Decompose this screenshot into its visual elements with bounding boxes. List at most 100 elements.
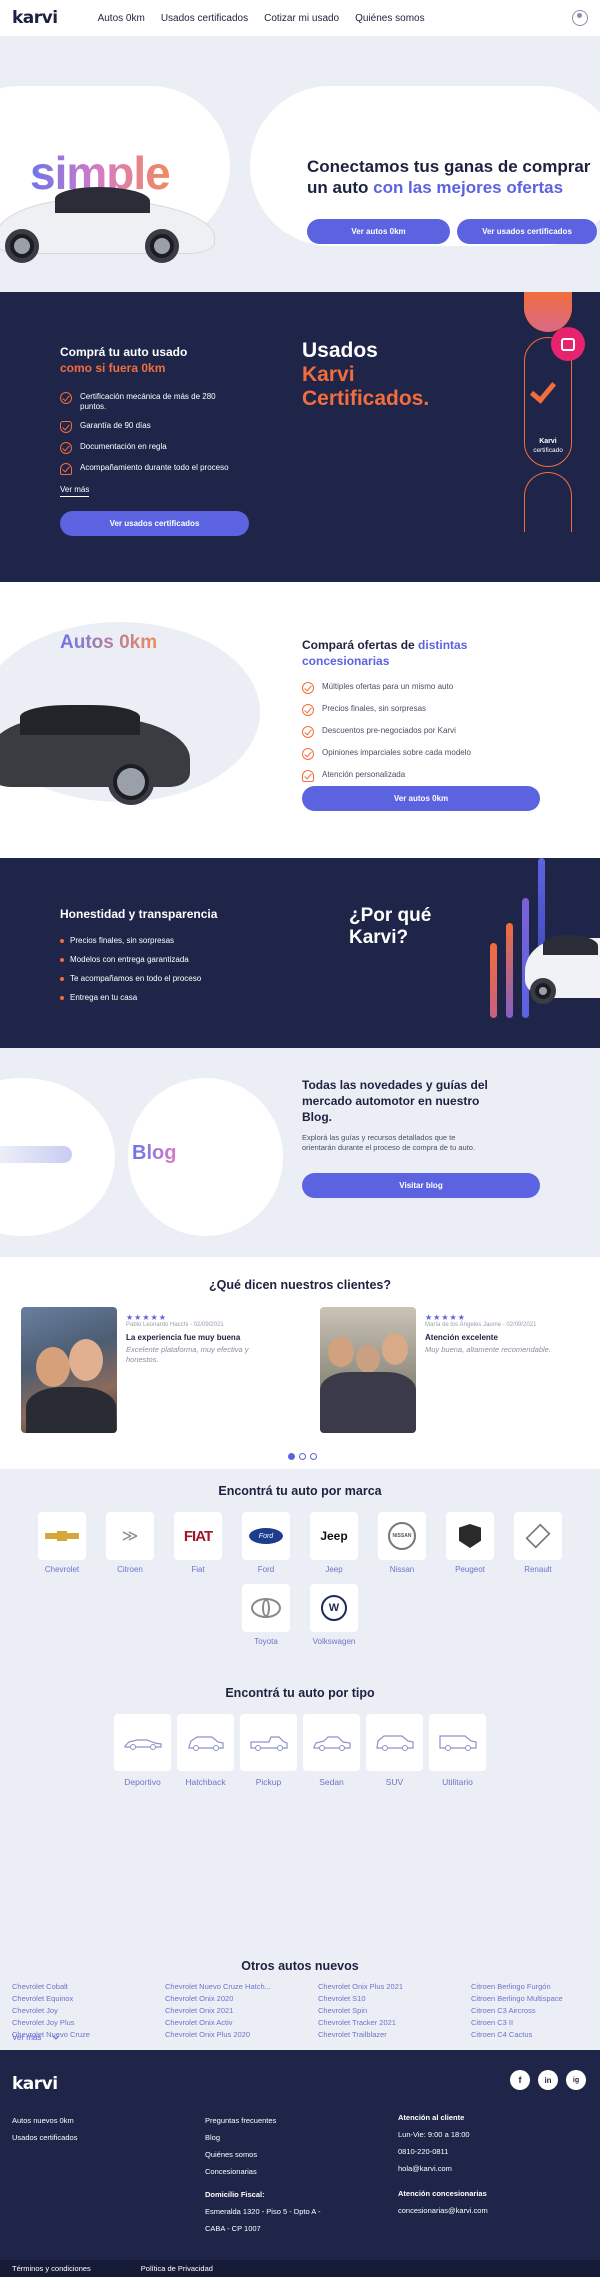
ver-mas-autos-link[interactable]: Ver más: [12, 2032, 60, 2042]
carousel-dot[interactable]: [310, 1453, 317, 1460]
big-title-line: Karvi: [302, 363, 355, 386]
otros-auto-link[interactable]: Chevrolet S10: [318, 1994, 463, 2003]
otros-auto-link[interactable]: Citroen C3 II: [471, 2018, 600, 2027]
atencion-phone[interactable]: 0810-220-0811: [398, 2147, 488, 2156]
ver-mas-label: Ver más: [12, 2033, 42, 2042]
person-icon: [302, 770, 314, 782]
brand-grid: Chevrolet ≫ Citroen FIAT Fiat Ford Ford Jee…: [20, 1512, 580, 1646]
brand-peugeot[interactable]: Peugeot: [446, 1512, 494, 1574]
brand-fiat[interactable]: FIAT Fiat: [174, 1512, 222, 1574]
otros-auto-link[interactable]: Chevrolet Nuevo Cruze Hatch...: [165, 1982, 310, 1991]
otros-auto-link[interactable]: Citroen Berlingo Multispace: [471, 1994, 600, 2003]
brand-nissan[interactable]: NISSAN Nissan: [378, 1512, 426, 1574]
list-item: Atención personalizada: [302, 770, 542, 782]
domicilio-line: CABA - CP 1007: [205, 2224, 261, 2233]
instagram-icon[interactable]: ig: [566, 2070, 586, 2090]
brand-jeep[interactable]: Jeep Jeep: [310, 1512, 358, 1574]
otros-auto-link[interactable]: Chevrolet Tracker 2021: [318, 2018, 463, 2027]
otros-auto-link[interactable]: Chevrolet Spin: [318, 2006, 463, 2015]
brand-label: Chevrolet: [44, 1565, 80, 1574]
footer-link[interactable]: Concesionarias: [205, 2167, 320, 2176]
otros-auto-link[interactable]: Chevrolet Joy Plus: [12, 2018, 157, 2027]
otros-auto-link[interactable]: Chevrolet Onix 2020: [165, 1994, 310, 2003]
brand-citroen[interactable]: ≫ Citroen: [106, 1512, 154, 1574]
nav-link-autos-0km[interactable]: Autos 0km: [98, 13, 145, 24]
karvi-logo[interactable]: karvi: [12, 8, 58, 28]
atencion-heading: Atención al cliente: [398, 2113, 465, 2122]
terminos-link[interactable]: Términos y condiciones: [12, 2264, 91, 2273]
brands-title: Encontrá tu auto por marca: [218, 1484, 382, 1498]
ver-autos-0km-button-2[interactable]: Ver autos 0km: [302, 786, 540, 811]
concesionarias-email[interactable]: concesionarias@karvi.com: [398, 2206, 488, 2215]
decor-bar: [506, 923, 513, 1018]
otros-auto-link[interactable]: Chevrolet Onix Plus 2021: [318, 1982, 463, 1991]
list-item-text: Atención personalizada: [322, 770, 406, 779]
carousel-dot[interactable]: [299, 1453, 306, 1460]
footer-logo[interactable]: karvi: [12, 2074, 58, 2094]
type-hatchback[interactable]: Hatchback: [177, 1714, 234, 1787]
privacidad-link[interactable]: Política de Privacidad: [141, 2264, 213, 2273]
big-title-line: Usados: [302, 339, 378, 362]
footer-link[interactable]: Usados certificados: [12, 2133, 77, 2142]
footer-link[interactable]: Quiénes somos: [205, 2150, 320, 2159]
nissan-logo-icon: NISSAN: [388, 1522, 416, 1550]
blog-text: Explorá las guías y recursos detallados …: [302, 1133, 476, 1152]
decor-pill: [524, 292, 572, 332]
footer-link[interactable]: Preguntas frecuentes: [205, 2116, 320, 2125]
jeep-logo-icon: Jeep: [320, 1529, 348, 1543]
testimonial-photo: [320, 1307, 416, 1433]
otros-auto-link[interactable]: Chevrolet Trailblazer: [318, 2030, 463, 2039]
user-icon[interactable]: [572, 10, 588, 26]
porque-big-title: ¿Por qué Karvi?: [349, 905, 431, 949]
testimonial-quote: Excelente plataforma, muy efectiva y hon…: [126, 1345, 249, 1364]
carousel-dots: [288, 1453, 317, 1460]
testimonial-title: La experiencia fue muy buena: [126, 1333, 241, 1342]
big-title-line: Certificados.: [302, 387, 430, 410]
otros-auto-link[interactable]: Citroen C4 Cactus: [471, 2030, 600, 2039]
facebook-icon[interactable]: f: [510, 2070, 530, 2090]
footer-link[interactable]: Blog: [205, 2133, 320, 2142]
footer-link[interactable]: Autos nuevos 0km: [12, 2116, 77, 2125]
type-deportivo[interactable]: Deportivo: [114, 1714, 171, 1787]
type-suv[interactable]: SUV: [366, 1714, 423, 1787]
brand-ford[interactable]: Ford Ford: [242, 1512, 290, 1574]
visitar-blog-button[interactable]: Visitar blog: [302, 1173, 540, 1198]
porque-list: Precios finales, sin sorpresas Modelos c…: [60, 936, 201, 1012]
carousel-dot[interactable]: [288, 1453, 295, 1460]
otros-auto-link[interactable]: Chevrolet Equinox: [12, 1994, 157, 2003]
otros-auto-link[interactable]: Chevrolet Onix Plus 2020: [165, 2030, 310, 2039]
hero-title-highlight: con las mejores ofertas: [373, 178, 564, 197]
type-pickup[interactable]: Pickup: [240, 1714, 297, 1787]
testimonial-quote: Muy buena, altamente recomendable.: [425, 1345, 551, 1354]
nav-link-usados[interactable]: Usados certificados: [161, 13, 248, 24]
brand-chevrolet[interactable]: Chevrolet: [38, 1512, 86, 1574]
otros-auto-link[interactable]: Chevrolet Onix 2021: [165, 2006, 310, 2015]
otros-auto-link[interactable]: Chevrolet Onix Activ: [165, 2018, 310, 2027]
type-utilitario[interactable]: Utilitario: [429, 1714, 486, 1787]
ver-mas-link[interactable]: Ver más: [60, 485, 90, 497]
nav-link-quienes-somos[interactable]: Quiénes somos: [355, 13, 424, 24]
testimonials-section: ¿Qué dicen nuestros clientes? ★★★★★ Pabl…: [0, 1257, 600, 1469]
otros-auto-link[interactable]: Citroen C3 Aircross: [471, 2006, 600, 2015]
type-sedan[interactable]: Sedan: [303, 1714, 360, 1787]
check-icon: [302, 748, 314, 760]
okm-title-text: Compará ofertas de: [302, 638, 419, 652]
ver-usados-button[interactable]: Ver usados certificados: [457, 219, 597, 244]
list-item-text: Precios finales, sin sorpresas: [322, 704, 427, 713]
check-icon: [302, 682, 314, 694]
chat-button[interactable]: [551, 327, 585, 361]
otros-auto-link[interactable]: Chevrolet Joy: [12, 2006, 157, 2015]
brand-volkswagen[interactable]: W Volkswagen: [310, 1584, 358, 1646]
check-icon: [302, 704, 314, 716]
ver-usados-certificados-button[interactable]: Ver usados certificados: [60, 511, 249, 536]
list-item-text: Opiniones imparciales sobre cada modelo: [322, 748, 471, 757]
linkedin-icon[interactable]: in: [538, 2070, 558, 2090]
nav-link-cotizar[interactable]: Cotizar mi usado: [264, 13, 339, 24]
types-title: Encontrá tu auto por tipo: [225, 1686, 375, 1700]
brand-toyota[interactable]: Toyota: [242, 1584, 290, 1646]
brand-renault[interactable]: Renault: [514, 1512, 562, 1574]
otros-auto-link[interactable]: Chevrolet Cobalt: [12, 1982, 157, 1991]
ver-autos-0km-button[interactable]: Ver autos 0km: [307, 219, 450, 244]
atencion-email[interactable]: hola@karvi.com: [398, 2164, 488, 2173]
otros-auto-link[interactable]: Citroen Berlingo Furgón: [471, 1982, 600, 1991]
